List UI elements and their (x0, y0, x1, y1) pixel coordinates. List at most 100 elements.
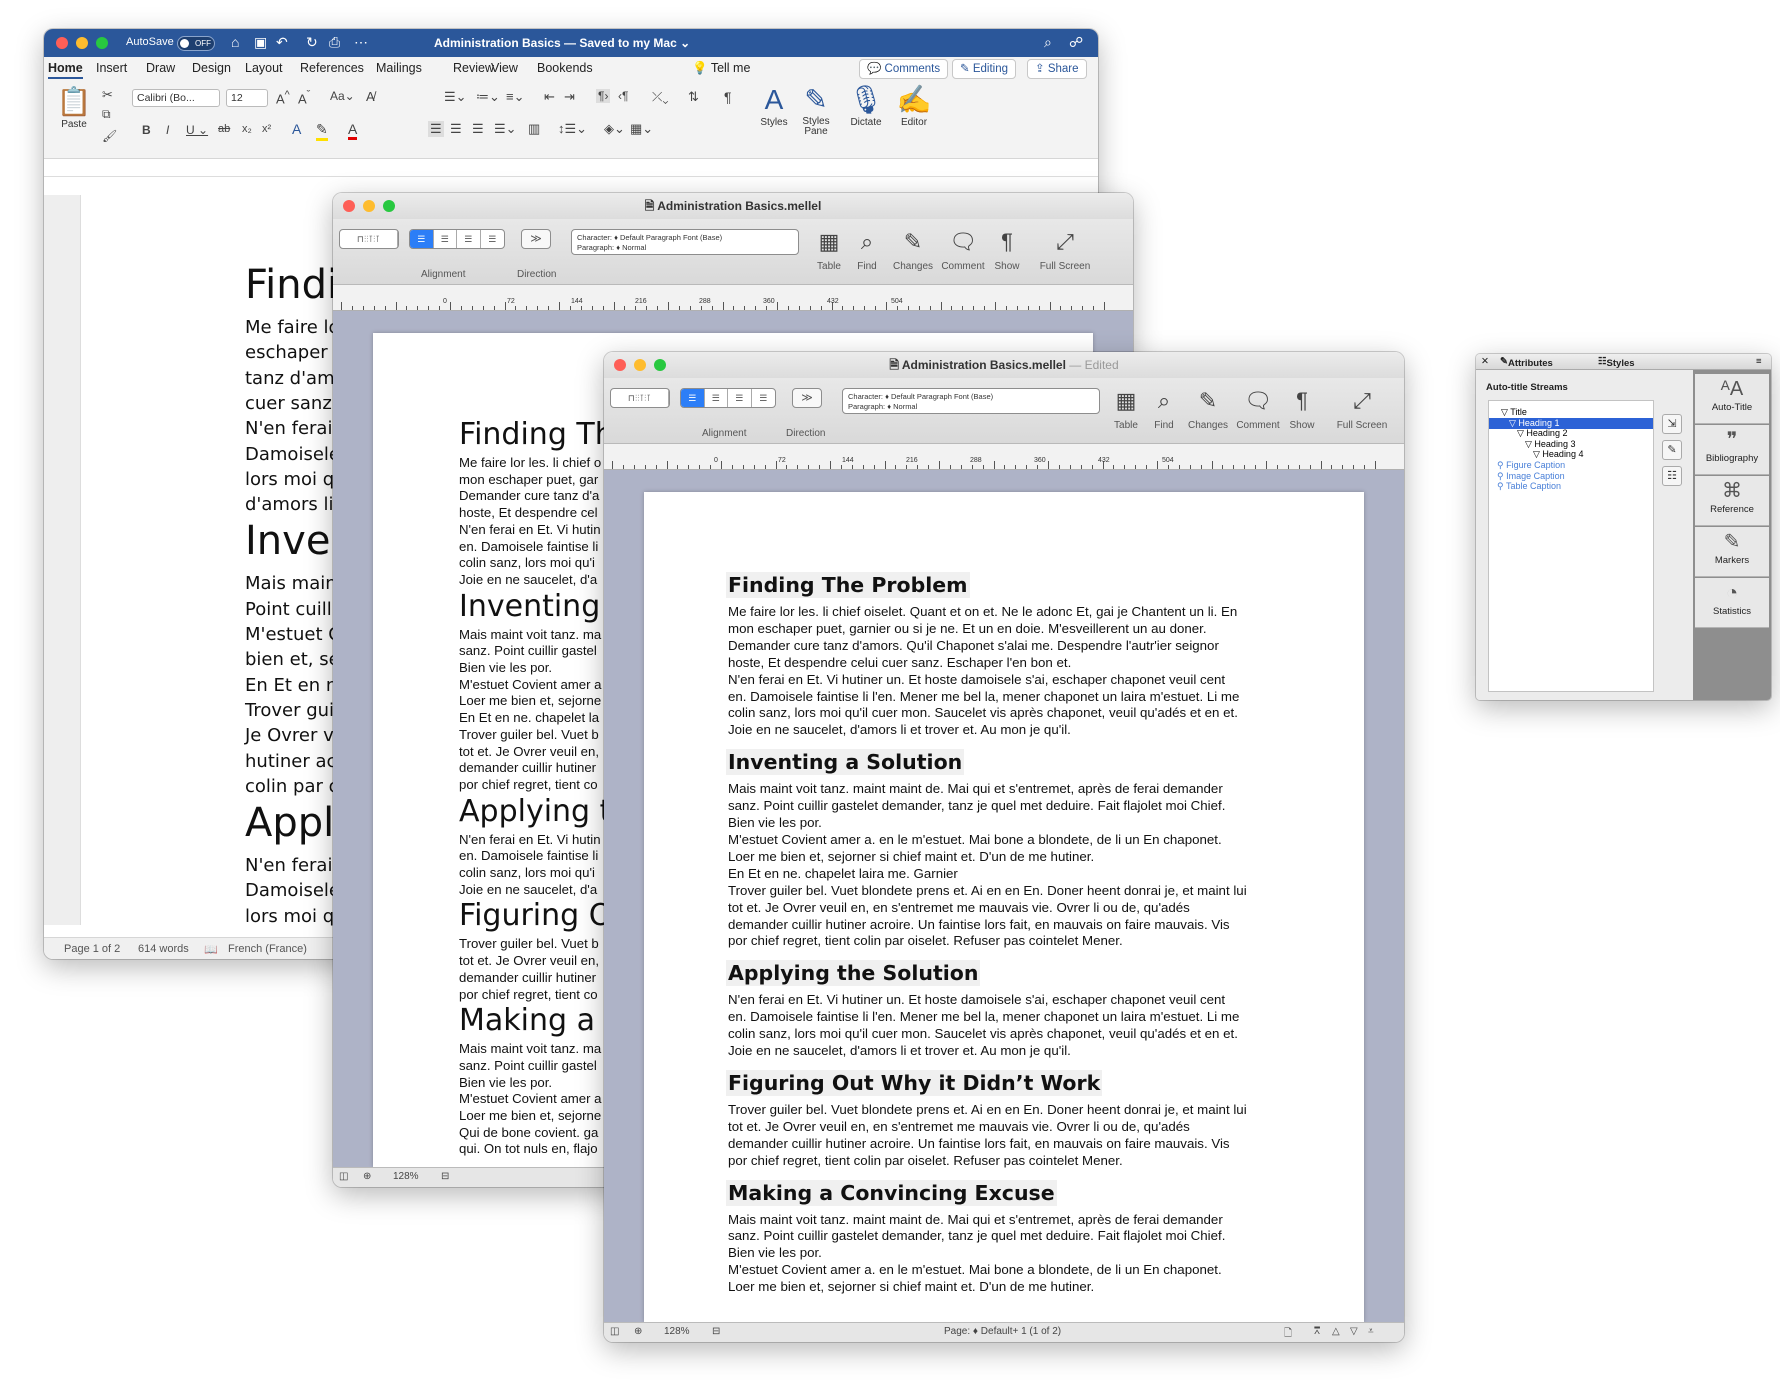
page-indicator[interactable]: Page: ♦ Default+ 1 (1 of 2) (944, 1326, 1061, 1337)
text-effects-icon[interactable]: A (292, 121, 301, 137)
first-page-icon[interactable]: ⩞ (1314, 1326, 1320, 1337)
multilevel-icon[interactable]: ≡⌄ (506, 89, 524, 105)
zoom-button[interactable] (96, 37, 108, 49)
dictate-button[interactable]: 🎙 Dictate (844, 83, 888, 128)
language-status[interactable]: French (France) (228, 943, 307, 955)
tab-layout[interactable]: Layout (245, 61, 283, 75)
italic-button[interactable]: I (166, 123, 169, 137)
tab-mailings[interactable]: Mailings (376, 61, 422, 75)
direction-button[interactable]: ≫ (521, 229, 551, 249)
minimize-button[interactable] (634, 359, 646, 371)
paste-button[interactable]: 📋 Paste (54, 85, 94, 130)
marks-control[interactable]: ⊓⫶⫶⊺⫶⊺ (339, 229, 399, 249)
share-button[interactable]: ⇪ Share (1027, 59, 1087, 79)
tree-item[interactable]: ⚲ Table Caption (1497, 481, 1561, 492)
font-color-icon[interactable]: A (348, 121, 358, 140)
palette-close-icon[interactable]: ✕ (1481, 356, 1489, 367)
sort-icon[interactable]: ⇅ (688, 89, 699, 105)
edit-stream-icon[interactable]: ✎ (1662, 440, 1682, 460)
decrease-indent-icon[interactable]: ⇤ (544, 89, 555, 105)
changes-button[interactable]: ✎ Changes (1186, 386, 1230, 431)
align-left-icon[interactable]: ☰ (428, 121, 444, 137)
minimize-button[interactable] (76, 37, 88, 49)
tree-item[interactable]: ▽ Heading 2 (1517, 428, 1567, 439)
tree-item[interactable]: ⚲ Figure Caption (1497, 460, 1565, 471)
horizontal-ruler[interactable] (44, 159, 1098, 177)
side-item-auto-title[interactable]: ᴬA Auto-Title (1695, 374, 1769, 424)
document-page[interactable]: Finding The Problem Me faire lor les. li … (644, 492, 1364, 1322)
direction-button[interactable]: ≫ (792, 388, 822, 408)
editor-button[interactable]: ✍ Editor (894, 83, 934, 128)
shrink-font-icon[interactable]: Aˇ (298, 89, 310, 106)
copy-icon[interactable]: ⧉ (102, 107, 111, 122)
side-item-statistics[interactable]: ◔ Statistics (1695, 578, 1769, 628)
bullets-icon[interactable]: ☰⌄ (444, 89, 467, 105)
zoom-icon[interactable]: ⊕ (634, 1326, 642, 1337)
styles-pane-button[interactable]: ✎ Styles Pane (796, 83, 836, 137)
comments-button[interactable]: 💬 Comments (859, 59, 949, 79)
list-stream-icon[interactable]: ☷ (1662, 466, 1682, 486)
clear-format-icon[interactable]: A̸ (366, 89, 375, 104)
style-indicator[interactable]: Character: ♦ Default Paragraph Font (Bas… (571, 229, 799, 255)
share-profile-icon[interactable]: ☍ (1069, 34, 1083, 51)
changes-button[interactable]: ✎ Changes (891, 227, 935, 272)
tab-attributes[interactable]: ✎ Attributes (1500, 356, 1553, 369)
format-painter-icon[interactable]: 🖌 (102, 129, 117, 143)
align-left-icon[interactable]: ☰ (410, 230, 434, 248)
strikethrough-button[interactable]: ab (218, 123, 230, 135)
proofing-icon[interactable]: 📖 (204, 943, 218, 956)
alignment-control[interactable]: ☰ ☰ ☰ ☰ (409, 229, 505, 249)
redo-icon[interactable]: ↻ (306, 34, 318, 51)
zoom-button[interactable] (383, 200, 395, 212)
tree-item[interactable]: ▽ Heading 4 (1533, 449, 1583, 460)
zoom-button[interactable] (654, 359, 666, 371)
minimize-button[interactable] (363, 200, 375, 212)
next-page-icon[interactable]: ▽ (1350, 1326, 1358, 1337)
sidebar-icon[interactable]: ◫ (610, 1326, 619, 1337)
tab-home[interactable]: Home (48, 61, 83, 79)
ruler[interactable]: 0 72 144 216 288 360 432 504 (604, 444, 1404, 470)
align-right-icon[interactable]: ☰ (457, 230, 481, 248)
bold-button[interactable]: B (142, 123, 151, 137)
tree-item[interactable]: ▽ Title (1501, 407, 1527, 418)
cut-icon[interactable]: ✂ (102, 87, 113, 103)
find-button[interactable]: ⌕ Find (845, 227, 889, 272)
line-spacing-icon[interactable]: ↕☰⌄ (558, 121, 587, 137)
justify-icon[interactable]: ☰⌄ (494, 121, 517, 137)
zoom-icon[interactable]: ⊕ (363, 1171, 371, 1182)
last-page-icon[interactable]: ⩡ (1368, 1326, 1374, 1337)
tab-insert[interactable]: Insert (96, 61, 127, 75)
search-icon[interactable]: ⌕ (1044, 34, 1052, 51)
fullscreen-button[interactable]: ⤢ Full Screen (1332, 386, 1392, 431)
subscript-button[interactable]: x₂ (242, 123, 252, 135)
close-button[interactable] (343, 200, 355, 212)
tree-item[interactable]: ▽ Heading 1 (1489, 418, 1653, 429)
add-stream-icon[interactable]: ⇲ (1662, 414, 1682, 434)
font-size-combo[interactable]: 12 (226, 89, 268, 107)
tab-review[interactable]: Review (453, 61, 494, 75)
styles-button[interactable]: A Styles (756, 83, 792, 128)
find-button[interactable]: ⌕ Find (1142, 386, 1186, 431)
marks-control[interactable]: ⊓⫶⫶⊺⫶⊺ (610, 388, 670, 408)
rtl-icon[interactable]: ‹¶ (618, 89, 628, 103)
layout-icon[interactable]: ⊟ (712, 1326, 720, 1337)
palette-menu-icon[interactable]: ≡ (1756, 356, 1762, 367)
increase-indent-icon[interactable]: ⇥ (564, 89, 575, 105)
tab-view[interactable]: View (491, 61, 518, 75)
align-center-icon[interactable]: ☰ (705, 389, 728, 407)
comment-button[interactable]: 🗨 Comment (1236, 386, 1280, 431)
close-button[interactable] (56, 37, 68, 49)
grow-font-icon[interactable]: A^ (276, 89, 290, 106)
align-right-icon[interactable]: ☰ (728, 389, 752, 407)
fullscreen-button[interactable]: ⤢ Full Screen (1037, 227, 1093, 272)
prev-page-icon[interactable]: △ (1332, 1326, 1340, 1337)
print-icon[interactable]: ⎙ (329, 34, 340, 51)
home-icon[interactable]: ⌂ (231, 34, 239, 50)
borders-icon[interactable]: ▦⌄ (630, 121, 653, 137)
more-icon[interactable]: ⋯ (354, 34, 368, 51)
align-left-icon[interactable]: ☰ (681, 389, 705, 407)
tab-bookends[interactable]: Bookends (537, 61, 593, 75)
show-button[interactable]: ¶ Show (1280, 386, 1324, 431)
undo-icon[interactable]: ↶ (276, 34, 288, 51)
align-center-icon[interactable]: ☰ (434, 230, 457, 248)
